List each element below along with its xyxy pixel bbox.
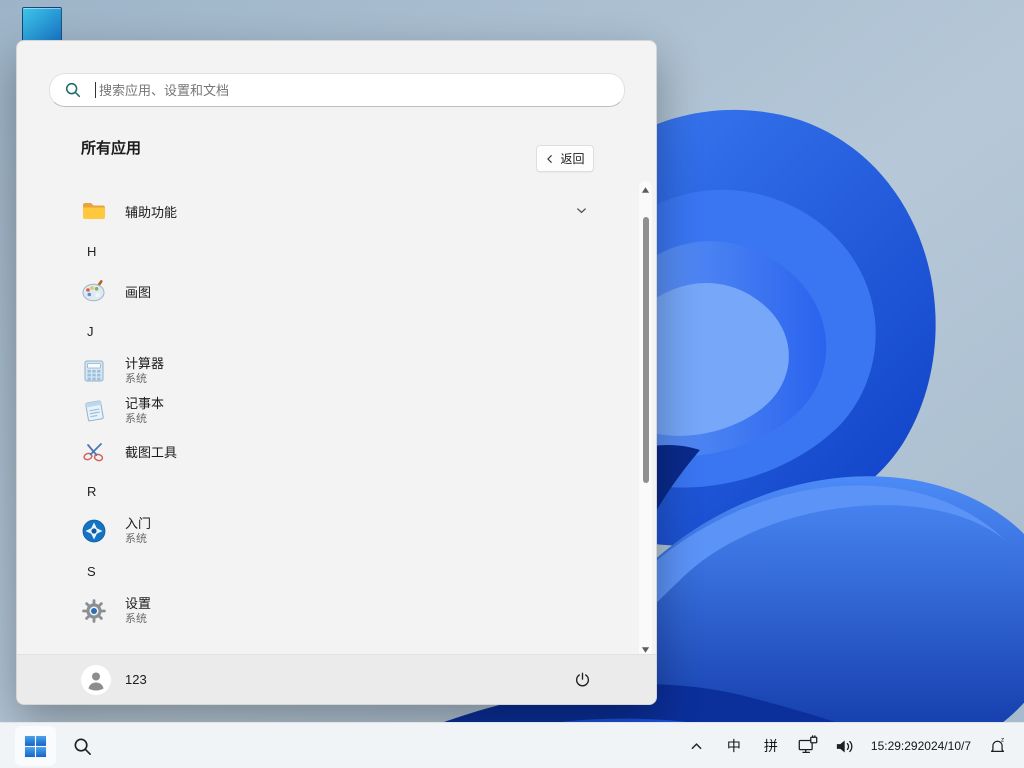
desktop-shortcut-icon[interactable]: [22, 7, 62, 42]
search-icon: [72, 736, 93, 757]
app-label: 入门: [125, 515, 152, 531]
taskbar: 中 拼 15:29:29 2024/10/7 z: [0, 722, 1024, 768]
settings-icon: [81, 598, 107, 624]
app-sublabel: 系统: [125, 412, 147, 425]
ethernet-network-icon: [797, 735, 819, 757]
power-button[interactable]: [564, 662, 600, 698]
network-button[interactable]: [793, 727, 823, 765]
paint-icon: [81, 278, 107, 304]
app-sublabel: 系统: [125, 612, 147, 625]
windows-logo-icon: [24, 735, 47, 758]
section-label: J: [87, 323, 94, 339]
app-item-notepad[interactable]: 记事本 系统: [17, 391, 645, 431]
section-letter-j[interactable]: J: [17, 311, 645, 351]
section-label: R: [87, 483, 97, 499]
start-menu-panel: 所有应用 返回 辅助功能: [16, 40, 657, 705]
all-apps-title: 所有应用: [81, 140, 142, 157]
app-label: 画图: [125, 284, 152, 300]
taskbar-search-button[interactable]: [62, 726, 103, 766]
app-label: 设置: [125, 595, 152, 611]
back-button-label: 返回: [560, 152, 585, 166]
chevron-left-icon: [545, 154, 555, 164]
chevron-up-icon: [689, 739, 704, 754]
app-item-accessibility-folder[interactable]: 辅助功能: [17, 191, 645, 231]
svg-text:z: z: [1000, 736, 1003, 743]
scrollbar[interactable]: [639, 181, 652, 659]
start-menu-footer: 123: [17, 654, 656, 704]
bell-dnd-icon: z: [987, 736, 1008, 757]
start-button[interactable]: [15, 726, 56, 766]
section-letter-s[interactable]: S: [17, 551, 645, 591]
user-account-button[interactable]: 123: [81, 664, 147, 695]
notification-center-button[interactable]: z: [982, 727, 1012, 765]
chevron-down-icon[interactable]: [574, 203, 589, 218]
app-item-snipping-tool[interactable]: 截图工具: [17, 431, 645, 471]
search-box[interactable]: [49, 73, 625, 107]
app-sublabel: 系统: [125, 532, 147, 545]
scroll-up-icon[interactable]: [639, 183, 652, 197]
clock[interactable]: 15:29:29 2024/10/7: [867, 727, 975, 765]
app-item-settings[interactable]: 设置 系统: [17, 591, 645, 631]
section-letter-h[interactable]: H: [17, 231, 645, 271]
get-started-icon: [81, 518, 107, 544]
desktop: 所有应用 返回 辅助功能: [0, 0, 1024, 768]
app-item-paint[interactable]: 画图: [17, 271, 645, 311]
app-item-get-started[interactable]: 入门 系统: [17, 511, 645, 551]
clock-date: 2024/10/7: [917, 738, 971, 753]
speaker-icon: [834, 736, 855, 757]
section-label: S: [87, 563, 96, 579]
clock-time: 15:29:29: [870, 738, 918, 753]
system-tray: 中 拼 15:29:29 2024/10/7 z: [682, 723, 1018, 768]
app-sublabel: 系统: [125, 372, 147, 385]
notepad-icon: [81, 398, 107, 424]
app-label: 截图工具: [125, 444, 178, 460]
scrollbar-thumb[interactable]: [642, 217, 649, 483]
back-button[interactable]: 返回: [536, 145, 594, 172]
avatar: [81, 664, 111, 695]
app-item-calculator[interactable]: 计算器 系统: [17, 351, 645, 391]
volume-button[interactable]: [830, 727, 860, 765]
user-name: 123: [125, 672, 147, 687]
snipping-tool-icon: [81, 438, 107, 464]
app-label: 计算器: [125, 355, 165, 371]
ime-mode-button[interactable]: 拼: [756, 727, 786, 765]
app-label: 辅助功能: [125, 204, 178, 220]
all-apps-list: 辅助功能 H 画图 J 计算器 系统 记事本 系统 截图工具 R 入门 系统 S…: [17, 191, 645, 631]
calculator-icon: [81, 358, 107, 384]
app-label: 记事本: [125, 395, 165, 411]
folder-icon: [81, 198, 107, 224]
section-letter-r[interactable]: R: [17, 471, 645, 511]
section-label: H: [87, 243, 97, 259]
tray-overflow-button[interactable]: [682, 727, 712, 765]
search-input[interactable]: [50, 74, 624, 106]
ime-language-button[interactable]: 中: [719, 727, 749, 765]
